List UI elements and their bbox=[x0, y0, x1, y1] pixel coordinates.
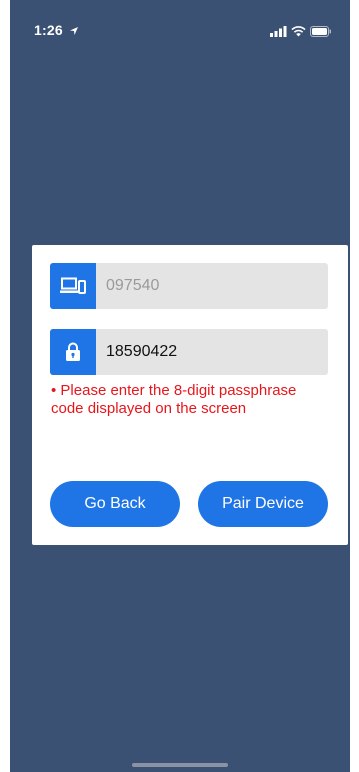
passphrase-input[interactable] bbox=[106, 329, 320, 375]
status-bar: 1:26 bbox=[10, 0, 350, 60]
wifi-icon bbox=[291, 24, 306, 42]
battery-icon bbox=[310, 24, 332, 42]
status-time-label: 1:26 bbox=[34, 22, 63, 38]
cellular-signal-icon bbox=[270, 24, 287, 42]
device-code-field[interactable] bbox=[50, 263, 328, 309]
lock-icon bbox=[50, 329, 96, 375]
status-indicators bbox=[270, 24, 332, 42]
pairing-dialog: • Please enter the 8-digit passphrase co… bbox=[32, 245, 348, 545]
passphrase-error-message: • Please enter the 8-digit passphrase co… bbox=[51, 382, 297, 417]
pair-device-button[interactable]: Pair Device bbox=[198, 481, 328, 527]
location-arrow-icon bbox=[69, 23, 79, 39]
status-time: 1:26 bbox=[34, 22, 79, 39]
home-indicator[interactable] bbox=[132, 763, 228, 767]
device-code-input[interactable] bbox=[106, 263, 320, 309]
app-screen: 1:26 097540 18590422 • Please enter the … bbox=[10, 0, 350, 772]
passphrase-field[interactable] bbox=[50, 329, 328, 375]
go-back-button[interactable]: Go Back bbox=[50, 481, 180, 527]
device-icon bbox=[50, 263, 96, 309]
